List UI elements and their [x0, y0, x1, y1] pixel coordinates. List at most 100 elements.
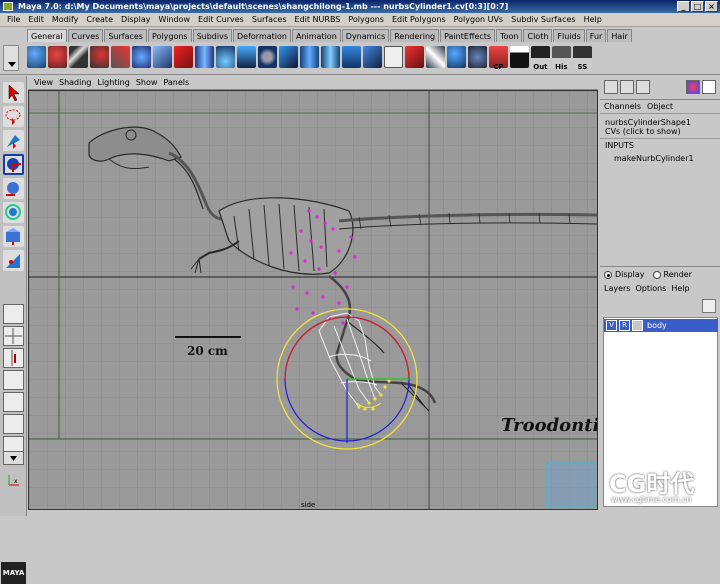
- viewport-menu-panels[interactable]: Panels: [160, 78, 192, 87]
- layout-side-icon[interactable]: [3, 348, 24, 368]
- select-tool-icon[interactable]: [3, 82, 24, 103]
- shelf-sphere-icon[interactable]: [27, 46, 46, 68]
- menu-edit-polygons[interactable]: Edit Polygons: [388, 15, 450, 24]
- shelf-torus-icon[interactable]: [257, 46, 277, 68]
- menu-modify[interactable]: Modify: [48, 15, 83, 24]
- shelf-tab-toon[interactable]: Toon: [496, 29, 523, 42]
- shelf-gear-icon[interactable]: [47, 46, 67, 68]
- render-view-icon[interactable]: [686, 80, 700, 94]
- attribute-editor-toggle-icon[interactable]: [620, 80, 634, 94]
- layout-hypershade-icon[interactable]: [3, 392, 24, 412]
- display-radio[interactable]: [604, 270, 612, 279]
- maximize-button[interactable]: □: [691, 1, 704, 12]
- menu-subdiv-surfaces[interactable]: Subdiv Surfaces: [507, 15, 579, 24]
- layout-four-icon[interactable]: [3, 326, 24, 346]
- layer-name[interactable]: body: [647, 321, 667, 330]
- toolbox-scroll-down-icon[interactable]: [3, 451, 24, 465]
- shelf-network-icon[interactable]: [68, 46, 88, 68]
- shelf-poly-cube-icon[interactable]: [278, 46, 298, 68]
- close-button[interactable]: ×: [705, 1, 718, 12]
- shelf-joint-icon[interactable]: [89, 46, 109, 68]
- hypershade-icon[interactable]: [702, 80, 716, 94]
- render-radio[interactable]: [652, 270, 661, 279]
- minimize-button[interactable]: _: [677, 1, 690, 12]
- shelf-plane-icon[interactable]: [236, 46, 256, 68]
- viewport-menu-show[interactable]: Show: [133, 78, 161, 87]
- options-menu[interactable]: Options: [635, 284, 666, 293]
- help-menu[interactable]: Help: [671, 284, 689, 293]
- layer-color-swatch[interactable]: [632, 320, 643, 331]
- layer-reference-toggle[interactable]: R: [619, 320, 630, 331]
- shelf-menu-button[interactable]: [3, 45, 19, 71]
- cvs-click-to-show[interactable]: CVs (click to show): [600, 127, 720, 139]
- shelf-cube-icon[interactable]: [152, 46, 172, 68]
- channel-box-toggle-icon[interactable]: [604, 80, 618, 94]
- shelf-his-icon[interactable]: His: [551, 46, 571, 71]
- menu-display[interactable]: Display: [117, 15, 155, 24]
- shelf-tab-polygons[interactable]: Polygons: [147, 29, 192, 42]
- shelf-poly-cylinder-icon[interactable]: [299, 46, 319, 68]
- menu-edit-curves[interactable]: Edit Curves: [194, 15, 248, 24]
- shape-node-name[interactable]: nurbsCylinderShape1: [600, 114, 720, 127]
- shelf-poly-group-icon[interactable]: [362, 46, 382, 68]
- universal-manipulator-icon[interactable]: [3, 226, 24, 247]
- shelf-cluster-icon[interactable]: [131, 46, 151, 68]
- scale-tool-icon[interactable]: [3, 202, 24, 223]
- menu-polygons[interactable]: Polygons: [344, 15, 388, 24]
- shelf-tab-fur[interactable]: Fur: [585, 29, 607, 42]
- shelf-monitor-icon[interactable]: [509, 46, 529, 68]
- paint-select-tool-icon[interactable]: [3, 130, 24, 151]
- shelf-tab-animation[interactable]: Animation: [291, 29, 341, 42]
- shelf-tab-dynamics[interactable]: Dynamics: [341, 29, 390, 42]
- side-viewport[interactable]: 20 cm Troodonti side: [28, 90, 598, 510]
- shelf-tab-subdivs[interactable]: Subdivs: [192, 29, 233, 42]
- menu-edit[interactable]: Edit: [24, 15, 48, 24]
- shelf-lock-icon[interactable]: [467, 46, 487, 68]
- shelf-poly-stack-icon[interactable]: [341, 46, 361, 68]
- channels-menu[interactable]: Channels: [604, 102, 641, 111]
- menu-edit-nurbs[interactable]: Edit NURBS: [291, 15, 345, 24]
- shelf-tab-curves[interactable]: Curves: [67, 29, 104, 42]
- shelf-tab-cloth[interactable]: Cloth: [523, 29, 553, 42]
- shelf-cone-icon[interactable]: [215, 46, 235, 68]
- menu-window[interactable]: Window: [155, 15, 195, 24]
- layout-single-icon[interactable]: [3, 304, 24, 324]
- shelf-cylinder-icon[interactable]: [194, 46, 214, 68]
- shelf-tab-rendering[interactable]: Rendering: [390, 29, 440, 42]
- menu-file[interactable]: File: [3, 15, 24, 24]
- shelf-tab-surfaces[interactable]: Surfaces: [104, 29, 147, 42]
- shelf-cut-icon[interactable]: [425, 46, 445, 68]
- shelf-poly-pipe-icon[interactable]: [320, 46, 340, 68]
- layers-menu[interactable]: Layers: [604, 284, 630, 293]
- object-menu[interactable]: Object: [647, 102, 673, 111]
- shelf-tab-hair[interactable]: Hair: [607, 29, 632, 42]
- lasso-tool-icon[interactable]: [3, 106, 24, 127]
- shelf-cp-icon[interactable]: CP: [488, 46, 508, 71]
- menu-polygon-uvs[interactable]: Polygon UVs: [450, 15, 507, 24]
- menu-surfaces[interactable]: Surfaces: [248, 15, 291, 24]
- shelf-ss-icon[interactable]: SS: [572, 46, 592, 71]
- shelf-tab-painteffects[interactable]: PaintEffects: [440, 29, 496, 42]
- shelf-tab-general[interactable]: General: [27, 29, 67, 42]
- rotate-tool-icon[interactable]: [3, 178, 24, 199]
- shelf-out-icon[interactable]: Out: [530, 46, 550, 71]
- shelf-tab-deformation[interactable]: Deformation: [233, 29, 291, 42]
- viewport-menu-view[interactable]: View: [31, 78, 56, 87]
- show-manipulator-icon[interactable]: [3, 250, 24, 271]
- menu-create[interactable]: Create: [82, 15, 117, 24]
- layout-outliner-icon[interactable]: [3, 414, 24, 434]
- viewport-menu-shading[interactable]: Shading: [56, 78, 95, 87]
- shelf-curve-icon[interactable]: [383, 46, 403, 68]
- shelf-text-icon[interactable]: [405, 46, 424, 68]
- layer-visibility-toggle[interactable]: V: [606, 320, 617, 331]
- shelf-cv-icon[interactable]: [446, 46, 466, 68]
- shelf-ik-icon[interactable]: [110, 46, 130, 68]
- viewport-menu-lighting[interactable]: Lighting: [94, 78, 132, 87]
- menu-help[interactable]: Help: [580, 15, 606, 24]
- layout-persp-graph-icon[interactable]: [3, 370, 24, 390]
- tool-settings-toggle-icon[interactable]: [636, 80, 650, 94]
- create-new-layer-icon[interactable]: [702, 299, 716, 313]
- shelf-tab-fluids[interactable]: Fluids: [553, 29, 585, 42]
- move-tool-icon[interactable]: [3, 154, 24, 175]
- input-node-name[interactable]: makeNurbCylinder1: [600, 152, 720, 165]
